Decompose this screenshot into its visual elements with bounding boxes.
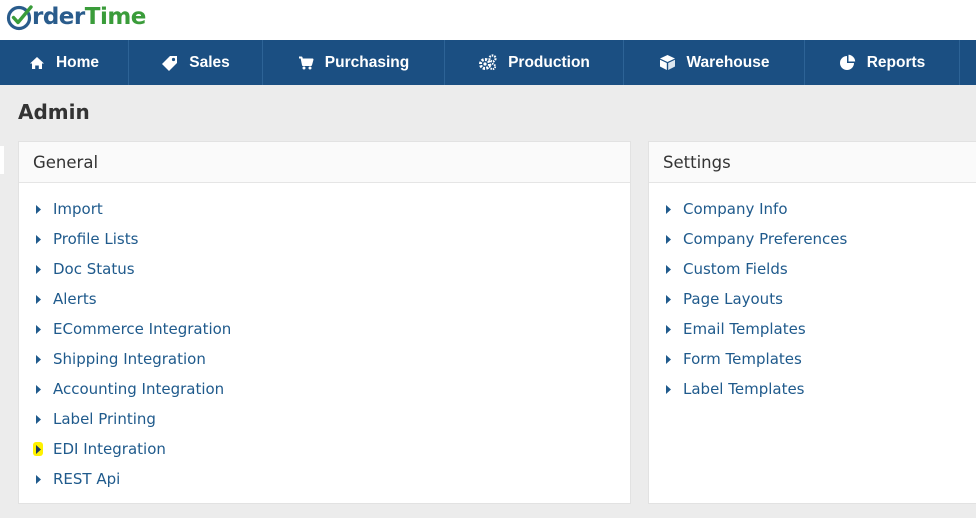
main-nav: Home Sales Purchasing Production Warehou… — [0, 40, 976, 85]
general-item-shipping-integration[interactable]: Shipping Integration — [19, 344, 630, 374]
cube-icon — [659, 55, 675, 70]
settings-item-form-templates[interactable]: Form Templates — [649, 344, 976, 374]
general-item-ecommerce-integration[interactable]: ECommerce Integration — [19, 314, 630, 344]
pie-chart-icon — [839, 54, 855, 70]
general-item-alerts[interactable]: Alerts — [19, 284, 630, 314]
settings-panel: Settings Company Info Company Preference… — [648, 141, 976, 504]
caret-right-icon — [33, 382, 43, 396]
caret-right-icon — [33, 352, 43, 366]
general-item-rest-api[interactable]: REST Api — [19, 464, 630, 494]
general-panel: General Import Profile Lists Doc Status … — [18, 141, 631, 504]
caret-right-icon — [33, 232, 43, 246]
caret-right-icon — [33, 322, 43, 336]
caret-right-icon — [663, 232, 673, 246]
caret-right-icon — [33, 292, 43, 306]
caret-right-icon — [663, 322, 673, 336]
settings-item-label: Email Templates — [683, 320, 806, 338]
top-bar: rderTime — [0, 0, 976, 40]
general-panel-title: General — [19, 142, 630, 183]
general-item-label: Accounting Integration — [53, 380, 225, 398]
general-item-label: Shipping Integration — [53, 350, 206, 368]
general-item-accounting-integration[interactable]: Accounting Integration — [19, 374, 630, 404]
settings-item-company-preferences[interactable]: Company Preferences — [649, 224, 976, 254]
general-item-label: REST Api — [53, 470, 121, 488]
caret-right-icon — [663, 352, 673, 366]
settings-item-email-templates[interactable]: Email Templates — [649, 314, 976, 344]
nav-home[interactable]: Home — [0, 40, 129, 85]
nav-production[interactable]: Production — [445, 40, 624, 85]
settings-item-label: Custom Fields — [683, 260, 788, 278]
caret-right-icon — [33, 442, 43, 456]
general-item-label: Label Printing — [53, 410, 156, 428]
caret-right-icon — [33, 262, 43, 276]
settings-item-custom-fields[interactable]: Custom Fields — [649, 254, 976, 284]
gears-icon — [479, 54, 497, 71]
general-item-import[interactable]: Import — [19, 194, 630, 224]
general-item-profile-lists[interactable]: Profile Lists — [19, 224, 630, 254]
page-title: Admin — [18, 100, 90, 124]
settings-item-label: Company Info — [683, 200, 788, 218]
nav-reports[interactable]: Reports — [805, 40, 960, 85]
home-icon — [29, 56, 44, 69]
general-item-label: Doc Status — [53, 260, 135, 278]
general-item-label: Alerts — [53, 290, 97, 308]
ordertime-logo[interactable]: rderTime — [6, 2, 146, 32]
caret-right-icon — [33, 202, 43, 216]
settings-item-label: Form Templates — [683, 350, 802, 368]
tag-icon — [162, 55, 178, 71]
general-item-label: Profile Lists — [53, 230, 139, 248]
nav-purchasing[interactable]: Purchasing — [263, 40, 445, 85]
general-item-edi-integration[interactable]: EDI Integration — [19, 434, 630, 464]
settings-item-company-info[interactable]: Company Info — [649, 194, 976, 224]
settings-panel-title: Settings — [649, 142, 976, 183]
general-item-label: Import — [53, 200, 103, 218]
settings-item-page-layouts[interactable]: Page Layouts — [649, 284, 976, 314]
settings-item-label-templates[interactable]: Label Templates — [649, 374, 976, 404]
nav-label: Sales — [189, 53, 230, 71]
logo-check-icon — [6, 5, 33, 31]
settings-item-label: Page Layouts — [683, 290, 783, 308]
caret-right-icon — [663, 202, 673, 216]
caret-right-icon — [663, 292, 673, 306]
caret-right-icon — [663, 382, 673, 396]
general-list: Import Profile Lists Doc Status Alerts E… — [19, 183, 630, 494]
settings-item-label: Label Templates — [683, 380, 805, 398]
caret-right-icon — [33, 472, 43, 486]
sidebar-toggle[interactable] — [0, 146, 4, 174]
general-item-label-printing[interactable]: Label Printing — [19, 404, 630, 434]
caret-right-icon — [33, 412, 43, 426]
nav-label: Reports — [866, 53, 926, 71]
settings-list: Company Info Company Preferences Custom … — [649, 183, 976, 404]
general-item-label: EDI Integration — [53, 440, 166, 458]
settings-item-label: Company Preferences — [683, 230, 848, 248]
general-item-doc-status[interactable]: Doc Status — [19, 254, 630, 284]
nav-sales[interactable]: Sales — [129, 40, 263, 85]
nav-label: Production — [508, 53, 590, 71]
nav-label: Purchasing — [324, 53, 410, 71]
caret-right-icon — [663, 262, 673, 276]
cart-icon — [298, 56, 314, 69]
nav-warehouse[interactable]: Warehouse — [624, 40, 805, 85]
general-item-label: ECommerce Integration — [53, 320, 232, 338]
nav-label: Warehouse — [686, 53, 770, 71]
nav-label: Home — [55, 53, 100, 71]
logo-text: rderTime — [32, 4, 146, 30]
